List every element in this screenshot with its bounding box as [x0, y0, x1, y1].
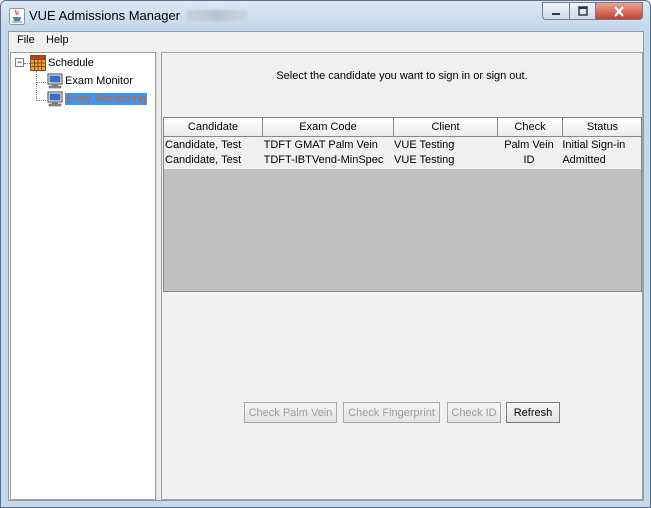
tree-collapse-toggle[interactable]: −	[15, 58, 24, 67]
menu-bar: File Help	[9, 32, 643, 50]
menu-help[interactable]: Help	[46, 34, 69, 46]
table-row[interactable]: Candidate, Test TDFT-IBTVend-MinSpec VUE…	[164, 153, 641, 168]
check-palm-vein-button[interactable]: Check Palm Vein	[244, 402, 337, 423]
cell-status: Admitted	[562, 154, 606, 166]
tree-item-exam-monitor[interactable]: Exam Monitor	[47, 73, 133, 89]
client-area: File Help − Schedule Exam Monitor Entry …	[8, 31, 644, 501]
navigation-tree: − Schedule Exam Monitor Entry Monitoring	[10, 52, 156, 500]
refresh-button[interactable]: Refresh	[506, 402, 560, 423]
tree-item-schedule[interactable]: Schedule	[30, 55, 94, 71]
maximize-button[interactable]	[569, 2, 596, 20]
cell-status: Initial Sign-in	[562, 139, 626, 151]
column-header-status[interactable]: Status	[563, 118, 641, 137]
check-fingerprint-button[interactable]: Check Fingerprint	[343, 402, 440, 423]
cell-exam-code: TDFT GMAT Palm Vein	[263, 139, 378, 151]
close-button[interactable]	[595, 2, 643, 20]
tree-connector	[36, 82, 46, 83]
java-cup-icon[interactable]	[9, 8, 25, 25]
computer-monitor-icon	[47, 91, 63, 107]
redacted-title-suffix	[186, 10, 249, 21]
cell-client: VUE Testing	[394, 139, 455, 151]
maximize-icon	[577, 6, 588, 16]
tree-item-label: Exam Monitor	[65, 75, 133, 87]
tree-item-label-selected: Entry Monitoring	[65, 93, 148, 105]
cell-candidate: Candidate, Test	[165, 139, 242, 151]
computer-monitor-icon	[47, 73, 63, 89]
cell-client: VUE Testing	[394, 154, 455, 166]
cell-candidate: Candidate, Test	[165, 154, 242, 166]
tree-connector	[36, 71, 37, 101]
column-header-check[interactable]: Check	[498, 118, 563, 137]
grid-icon	[30, 55, 46, 71]
candidates-table: Candidate Exam Code Client Check Status …	[163, 117, 642, 292]
column-header-exam-code[interactable]: Exam Code	[263, 118, 394, 137]
column-header-candidate[interactable]: Candidate	[164, 118, 263, 137]
check-id-button[interactable]: Check ID	[447, 402, 501, 423]
window-title: VUE Admissions Manager	[29, 8, 249, 23]
minimize-icon	[552, 13, 560, 15]
title-bar[interactable]: VUE Admissions Manager	[1, 1, 650, 31]
tree-item-label: Schedule	[48, 57, 94, 69]
tree-connector	[36, 100, 46, 101]
table-row[interactable]: Candidate, Test TDFT GMAT Palm Vein VUE …	[164, 138, 641, 153]
cell-exam-code: TDFT-IBTVend-MinSpec	[263, 154, 384, 166]
column-header-client[interactable]: Client	[394, 118, 498, 137]
cell-check: ID	[523, 154, 535, 166]
tree-item-entry-monitoring[interactable]: Entry Monitoring	[47, 91, 148, 107]
menu-file[interactable]: File	[17, 34, 35, 46]
minimize-button[interactable]	[542, 2, 570, 20]
entry-monitoring-panel: Select the candidate you want to sign in…	[161, 52, 643, 500]
close-icon	[614, 5, 624, 17]
instruction-text: Select the candidate you want to sign in…	[276, 70, 528, 82]
cell-check: Palm Vein	[504, 139, 554, 151]
table-header: Candidate Exam Code Client Check Status	[164, 118, 641, 137]
app-window: VUE Admissions Manager File Help − Sched…	[0, 0, 651, 508]
